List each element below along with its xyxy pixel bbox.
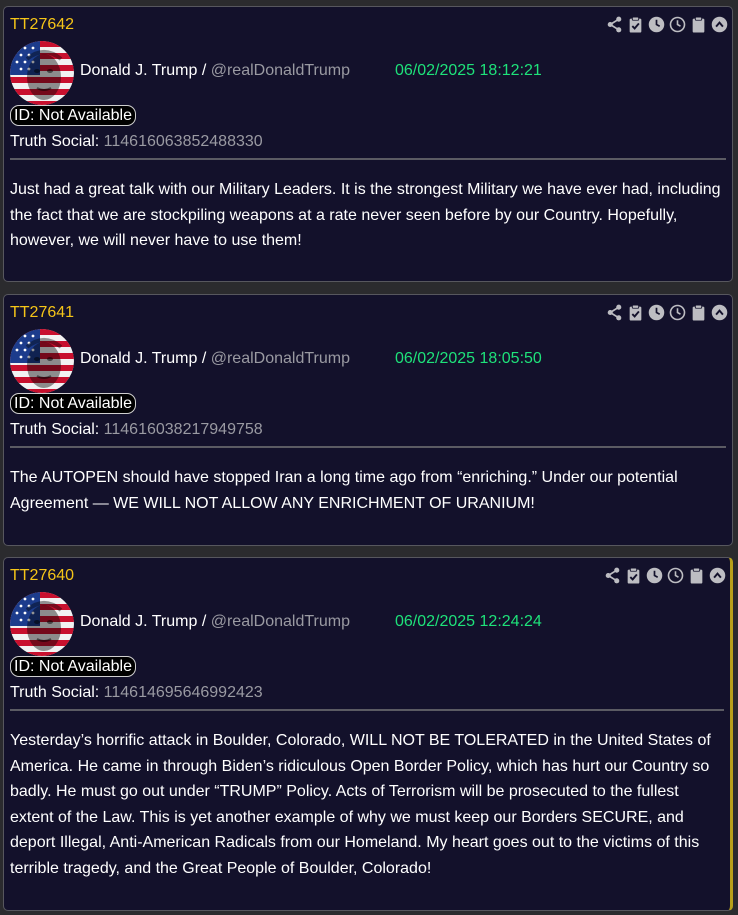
clock-filled-icon[interactable] bbox=[647, 303, 665, 321]
truth-social-id[interactable]: 114614695646992423 bbox=[104, 684, 263, 701]
author-handle[interactable]: @realDonaldTrump bbox=[211, 62, 350, 79]
share-icon[interactable] bbox=[605, 303, 623, 321]
post-id: TT27641 bbox=[10, 304, 75, 321]
avatar bbox=[10, 329, 74, 393]
avatar bbox=[10, 41, 74, 105]
post-toolbar bbox=[605, 15, 728, 33]
author-separator: / bbox=[197, 62, 211, 79]
post-timestamp: 06/02/2025 12:24:24 bbox=[395, 613, 542, 630]
clipboard-icon[interactable] bbox=[689, 15, 707, 33]
author-handle[interactable]: @realDonaldTrump bbox=[211, 350, 350, 367]
id-badge: ID: Not Available bbox=[10, 656, 136, 677]
post-text: Just had a great talk with our Military … bbox=[10, 181, 721, 249]
truth-social-id-line: Truth Social: 114614695646992423 bbox=[10, 683, 263, 703]
clipboard-icon[interactable] bbox=[687, 566, 705, 584]
author-separator: / bbox=[197, 613, 211, 630]
author-line: Donald J. Trump / @realDonaldTrump bbox=[80, 612, 350, 632]
clock-outline-icon[interactable] bbox=[668, 15, 686, 33]
chevron-up-circle-icon[interactable] bbox=[710, 303, 728, 321]
post-toolbar bbox=[605, 303, 728, 321]
post-id: TT27640 bbox=[10, 567, 75, 584]
id-badge: ID: Not Available bbox=[10, 393, 136, 414]
post-card: TT27640 Donald J. Trump / @realDonaldTru… bbox=[3, 557, 733, 911]
truth-social-id[interactable]: 114616038217949758 bbox=[104, 421, 263, 438]
author-name[interactable]: Donald J. Trump bbox=[80, 62, 197, 79]
clock-filled-icon[interactable] bbox=[645, 566, 663, 584]
truth-social-label: Truth Social: bbox=[10, 133, 104, 150]
post-card: TT27642 Donald J. Trump / @realDonaldTru… bbox=[3, 6, 733, 282]
truth-social-label: Truth Social: bbox=[10, 421, 104, 438]
truth-social-id-line: Truth Social: 114616038217949758 bbox=[10, 420, 263, 440]
chevron-up-circle-icon[interactable] bbox=[710, 15, 728, 33]
clipboard-check-icon[interactable] bbox=[626, 15, 644, 33]
post-timestamp: 06/02/2025 18:05:50 bbox=[395, 350, 542, 367]
author-line: Donald J. Trump / @realDonaldTrump bbox=[80, 349, 350, 369]
post-id: TT27642 bbox=[10, 16, 75, 33]
clipboard-check-icon[interactable] bbox=[626, 303, 644, 321]
share-icon[interactable] bbox=[603, 566, 621, 584]
clipboard-check-icon[interactable] bbox=[624, 566, 642, 584]
clock-filled-icon[interactable] bbox=[647, 15, 665, 33]
post-text: Yesterday’s horrific attack in Boulder, … bbox=[10, 732, 711, 877]
author-line: Donald J. Trump / @realDonaldTrump bbox=[80, 61, 350, 81]
share-icon[interactable] bbox=[605, 15, 623, 33]
truth-social-label: Truth Social: bbox=[10, 684, 104, 701]
divider bbox=[10, 709, 724, 711]
clipboard-icon[interactable] bbox=[689, 303, 707, 321]
author-name[interactable]: Donald J. Trump bbox=[80, 350, 197, 367]
truth-social-id-line: Truth Social: 114616063852488330 bbox=[10, 132, 263, 152]
avatar bbox=[10, 592, 74, 656]
divider bbox=[10, 158, 726, 160]
id-badge: ID: Not Available bbox=[10, 105, 136, 126]
author-handle[interactable]: @realDonaldTrump bbox=[211, 613, 350, 630]
clock-outline-icon[interactable] bbox=[668, 303, 686, 321]
chevron-up-circle-icon[interactable] bbox=[708, 566, 726, 584]
author-separator: / bbox=[197, 350, 211, 367]
truth-social-id[interactable]: 114616063852488330 bbox=[104, 133, 263, 150]
post-card: TT27641 Donald J. Trump / @realDonaldTru… bbox=[3, 294, 733, 546]
divider bbox=[10, 446, 726, 448]
clock-outline-icon[interactable] bbox=[666, 566, 684, 584]
author-name[interactable]: Donald J. Trump bbox=[80, 613, 197, 630]
post-text: The AUTOPEN should have stopped Iran a l… bbox=[10, 469, 678, 512]
post-toolbar bbox=[603, 566, 726, 584]
post-timestamp: 06/02/2025 18:12:21 bbox=[395, 62, 542, 79]
